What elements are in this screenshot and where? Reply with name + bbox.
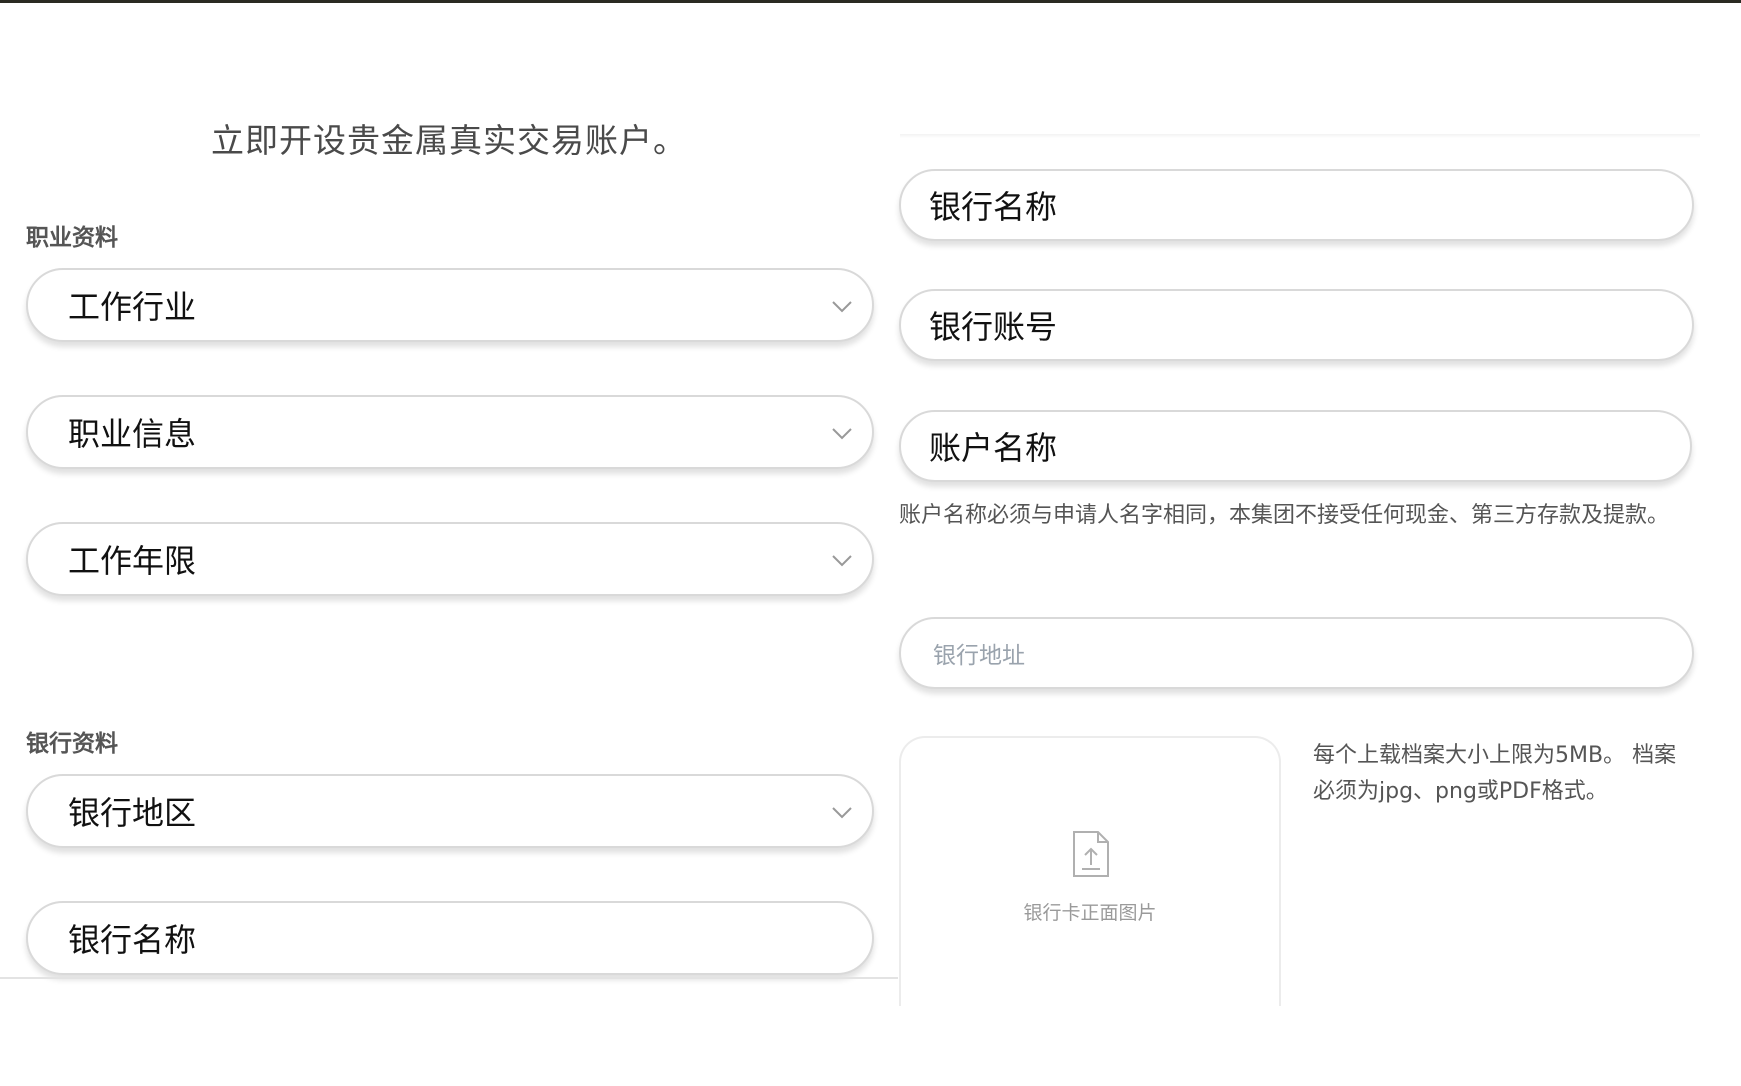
bank-address-input[interactable]: 银行地址	[899, 617, 1694, 689]
chevron-down-icon	[832, 555, 852, 567]
upload-label: 银行卡正面图片	[1023, 902, 1157, 924]
occupation-info-value: 职业信息	[68, 415, 197, 453]
work-years-value: 工作年限	[68, 542, 197, 580]
page-title: 立即开设贵金属真实交易账户。	[211, 121, 687, 160]
section-label-occupation: 职业资料	[26, 225, 118, 251]
account-name-value: 账户名称	[929, 429, 1058, 467]
bank-name-input[interactable]: 银行名称	[899, 169, 1694, 241]
chevron-down-icon	[832, 428, 852, 440]
bank-region-value: 银行地区	[68, 794, 197, 832]
occupation-info-select[interactable]: 职业信息	[26, 395, 874, 469]
bank-address-placeholder: 银行地址	[933, 643, 1025, 669]
industry-value: 工作行业	[68, 288, 197, 326]
divider	[0, 977, 898, 979]
bank-name-value: 银行名称	[929, 188, 1058, 226]
chevron-down-icon	[832, 301, 852, 313]
bank-account-value: 银行账号	[929, 308, 1058, 346]
work-years-select[interactable]: 工作年限	[26, 522, 874, 596]
upload-note: 每个上载档案大小上限为5MB。 档案必须为jpg、png或PDF格式。	[1313, 743, 1677, 804]
chevron-down-icon	[832, 807, 852, 819]
industry-select[interactable]: 工作行业	[26, 268, 874, 342]
left-bank-name-value: 银行名称	[68, 921, 197, 959]
bank-region-select[interactable]: 银行地区	[26, 774, 874, 848]
section-label-bank: 银行资料	[26, 731, 118, 757]
bank-account-input[interactable]: 银行账号	[899, 289, 1694, 361]
account-name-input[interactable]: 账户名称	[899, 410, 1692, 482]
left-bank-name-input[interactable]: 银行名称	[26, 901, 874, 975]
bank-card-upload[interactable]: 银行卡正面图片	[899, 736, 1281, 1006]
divider	[900, 134, 1700, 138]
account-name-note: 账户名称必须与申请人名字相同，本集团不接受任何现金、第三方存款及提款。	[899, 503, 1670, 528]
top-border	[0, 0, 1741, 3]
file-upload-icon	[1073, 831, 1109, 877]
